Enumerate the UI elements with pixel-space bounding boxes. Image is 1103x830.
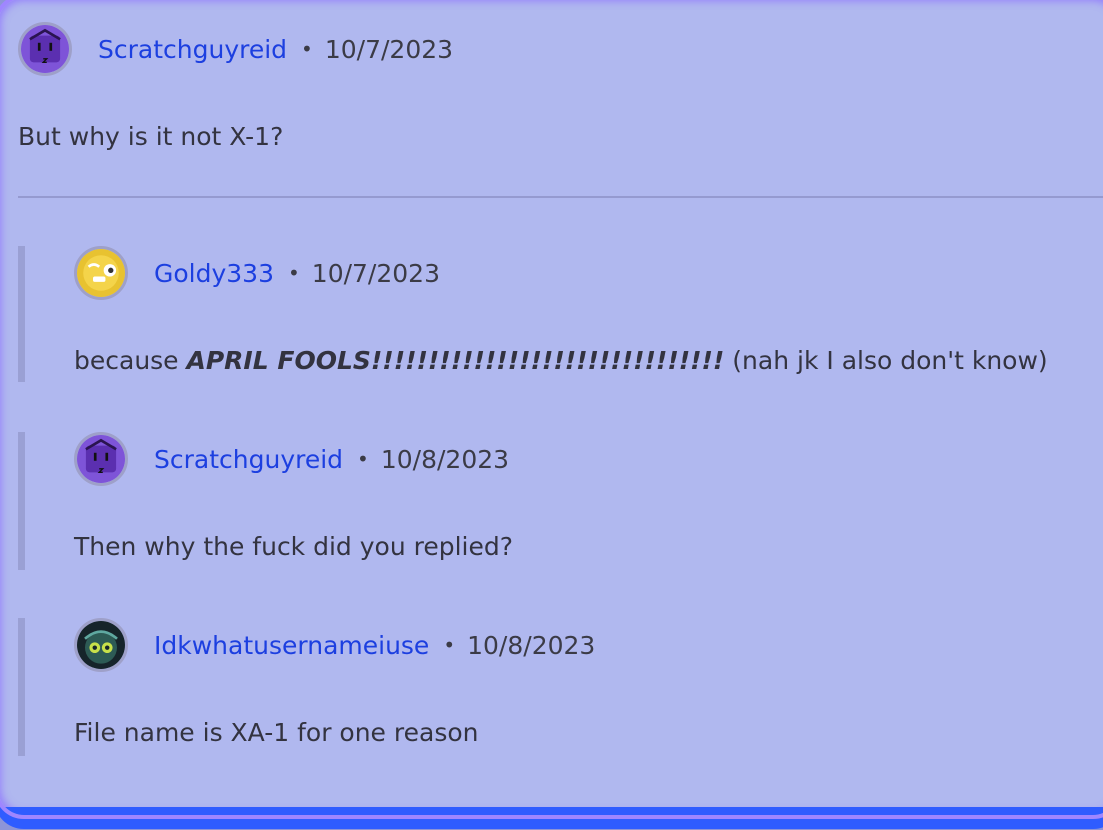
comment-text: But why is it not X-1?	[18, 122, 284, 151]
comment-text: because APRIL FOOLS!!!!!!!!!!!!!!!!!!!!!…	[74, 346, 1048, 375]
avatar[interactable]	[18, 22, 72, 76]
username-link[interactable]: Idkwhatusernameiuse	[154, 631, 429, 660]
comment-date: 10/7/2023	[311, 258, 440, 288]
avatar[interactable]	[74, 618, 128, 672]
divider	[18, 196, 1103, 198]
username-link[interactable]: Scratchguyreid	[154, 445, 343, 474]
green-creature-avatar-icon	[77, 621, 125, 669]
username-link[interactable]: Scratchguyreid	[98, 35, 287, 64]
separator-dot: •	[301, 37, 313, 61]
separator-dot: •	[357, 447, 369, 471]
comment-thread-card: Scratchguyreid • 10/7/2023 But why is it…	[0, 0, 1103, 819]
separator-dot: •	[288, 261, 300, 285]
avatar[interactable]	[74, 432, 128, 486]
reply-indent-bar	[18, 432, 25, 570]
avatar[interactable]	[74, 246, 128, 300]
reply-header: Idkwhatusernameiuse • 10/8/2023	[74, 618, 595, 672]
comment-text-bold: APRIL FOOLS!!!!!!!!!!!!!!!!!!!!!!!!!!!!!…	[186, 346, 725, 375]
reply-header: Goldy333 • 10/7/2023	[74, 246, 440, 300]
comment-date: 10/7/2023	[324, 34, 454, 64]
username-link[interactable]: Goldy333	[154, 259, 274, 288]
comment-text-prefix: because	[74, 346, 187, 375]
reply-indent-bar	[18, 246, 25, 382]
purple-box-face-avatar-icon	[21, 25, 69, 73]
purple-box-face-avatar-icon	[77, 435, 125, 483]
root-comment-header: Scratchguyreid • 10/7/2023	[18, 22, 453, 76]
comment-text-suffix: (nah jk I also don't know)	[724, 346, 1048, 375]
separator-dot: •	[443, 633, 456, 657]
yellow-smiley-face-avatar-icon	[77, 249, 125, 297]
reply-header: Scratchguyreid • 10/8/2023	[74, 432, 509, 486]
reply-indent-bar	[18, 618, 25, 756]
comment-text: Then why the fuck did you replied?	[74, 532, 514, 561]
comment-text: File name is XA-1 for one reason	[74, 718, 479, 747]
comment-date: 10/8/2023	[467, 630, 596, 660]
comment-date: 10/8/2023	[380, 444, 510, 474]
